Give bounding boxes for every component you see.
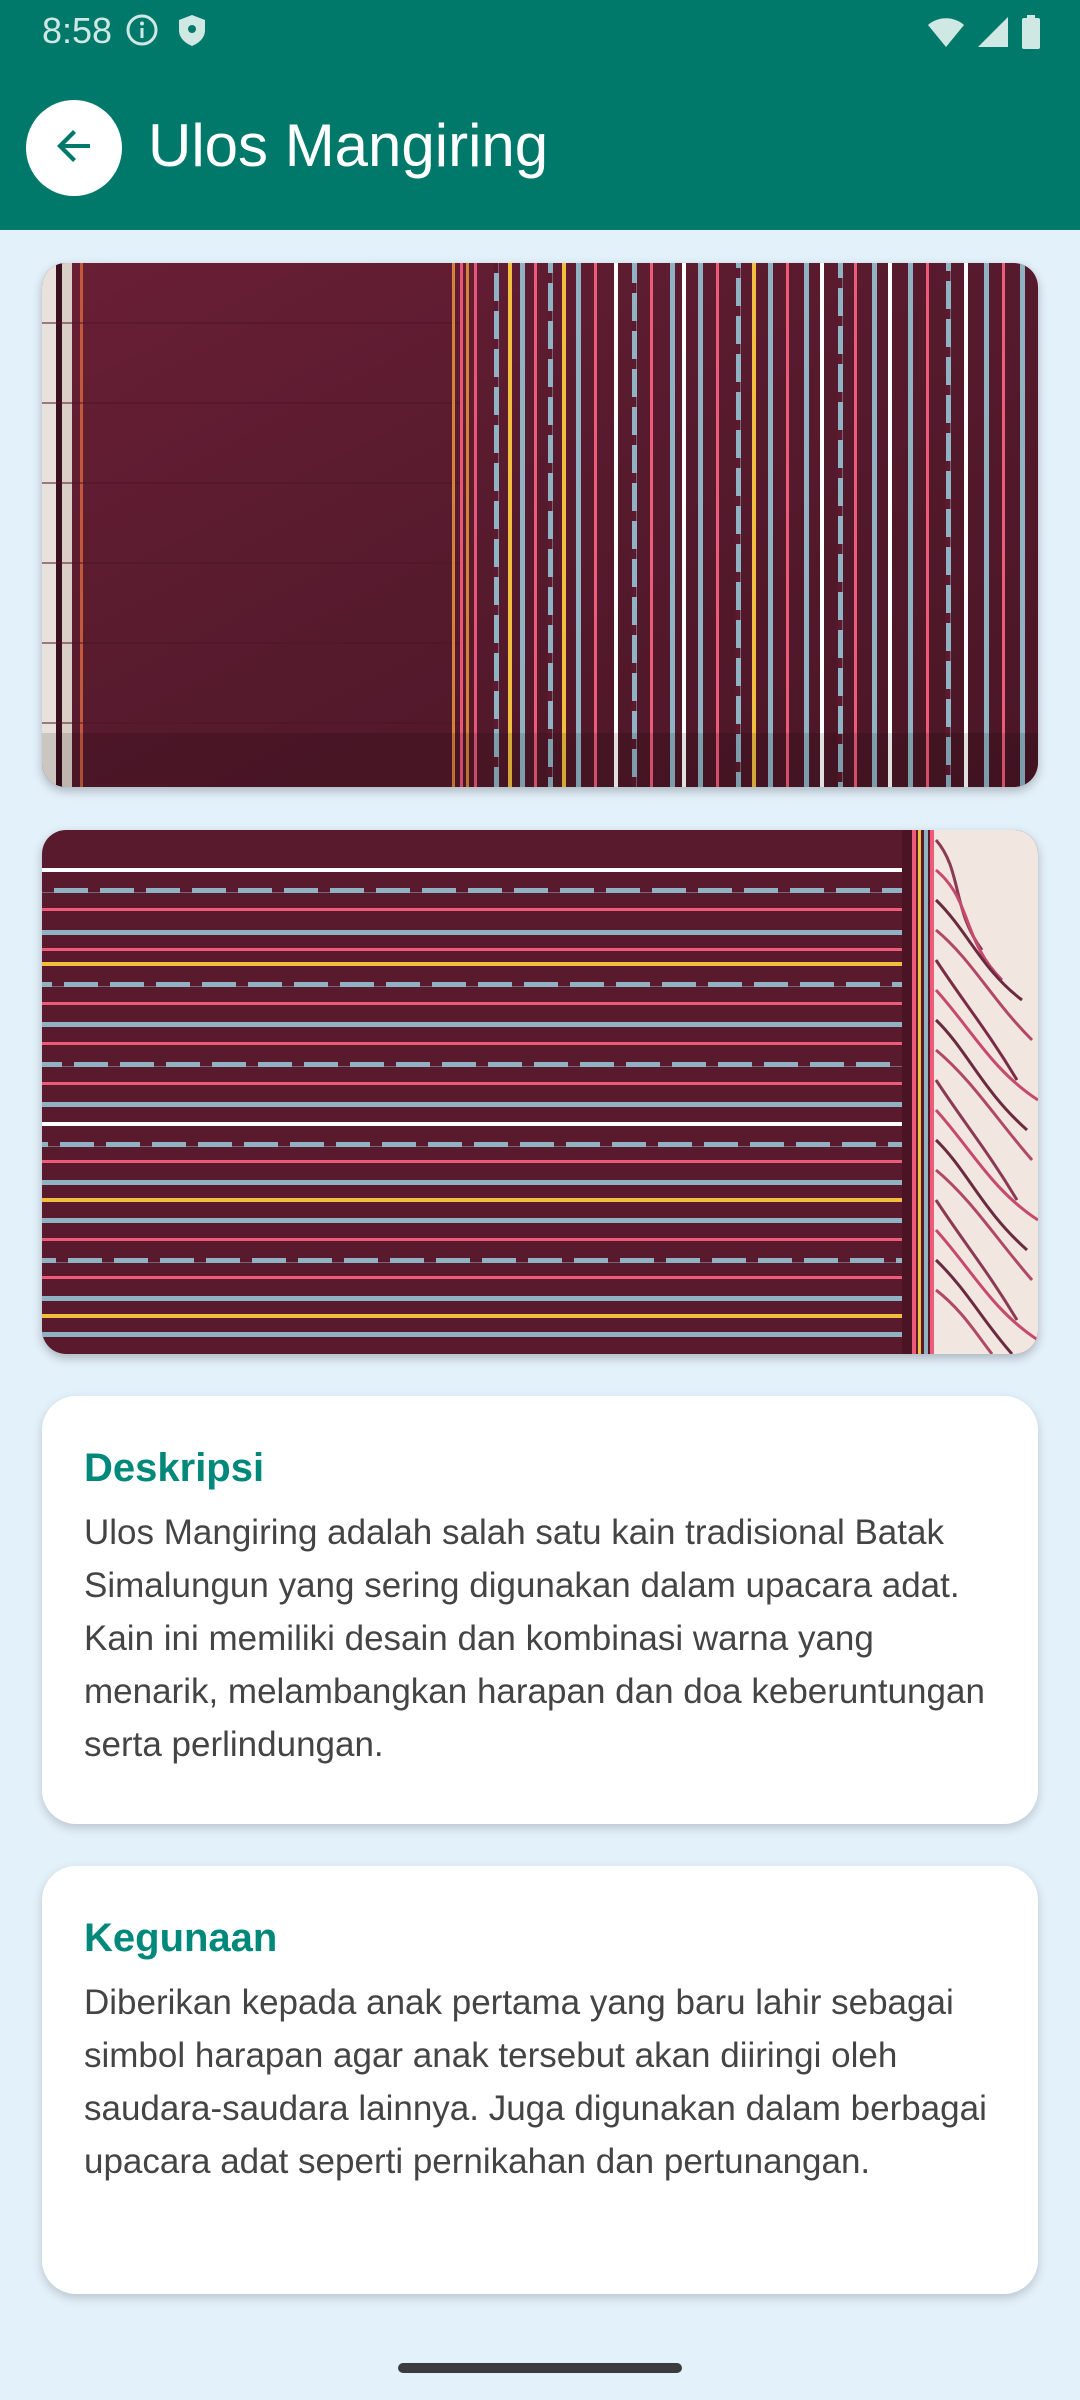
info-circle-icon <box>124 12 160 53</box>
page-title: Ulos Mangiring <box>148 112 549 179</box>
back-button[interactable] <box>26 100 122 196</box>
status-bar: 8:58 <box>0 0 1080 62</box>
app-bar: Ulos Mangiring <box>0 62 1080 230</box>
status-time: 8:58 <box>42 10 113 51</box>
shield-icon <box>174 12 210 53</box>
ulos-photo-folded <box>42 263 1038 787</box>
ulos-photo-fringe <box>42 830 1038 1354</box>
description-text: Ulos Mangiring adalah salah satu kain tr… <box>84 1513 985 1764</box>
usage-card: Kegunaan Diberikan kepada anak pertama y… <box>42 1866 1038 2294</box>
description-card: Deskripsi Ulos Mangiring adalah salah sa… <box>42 1396 1038 1824</box>
battery-icon <box>1020 14 1042 55</box>
status-icons-right <box>926 14 1042 55</box>
usage-heading: Kegunaan <box>84 1916 278 1960</box>
description-heading: Deskripsi <box>84 1446 265 1490</box>
usage-text: Diberikan kepada anak pertama yang baru … <box>84 1983 987 2181</box>
status-icons-left <box>124 12 210 53</box>
wifi-icon <box>926 15 966 54</box>
signal-icon <box>976 15 1010 54</box>
arrow-left-icon <box>50 122 98 175</box>
home-indicator[interactable] <box>398 2363 682 2373</box>
